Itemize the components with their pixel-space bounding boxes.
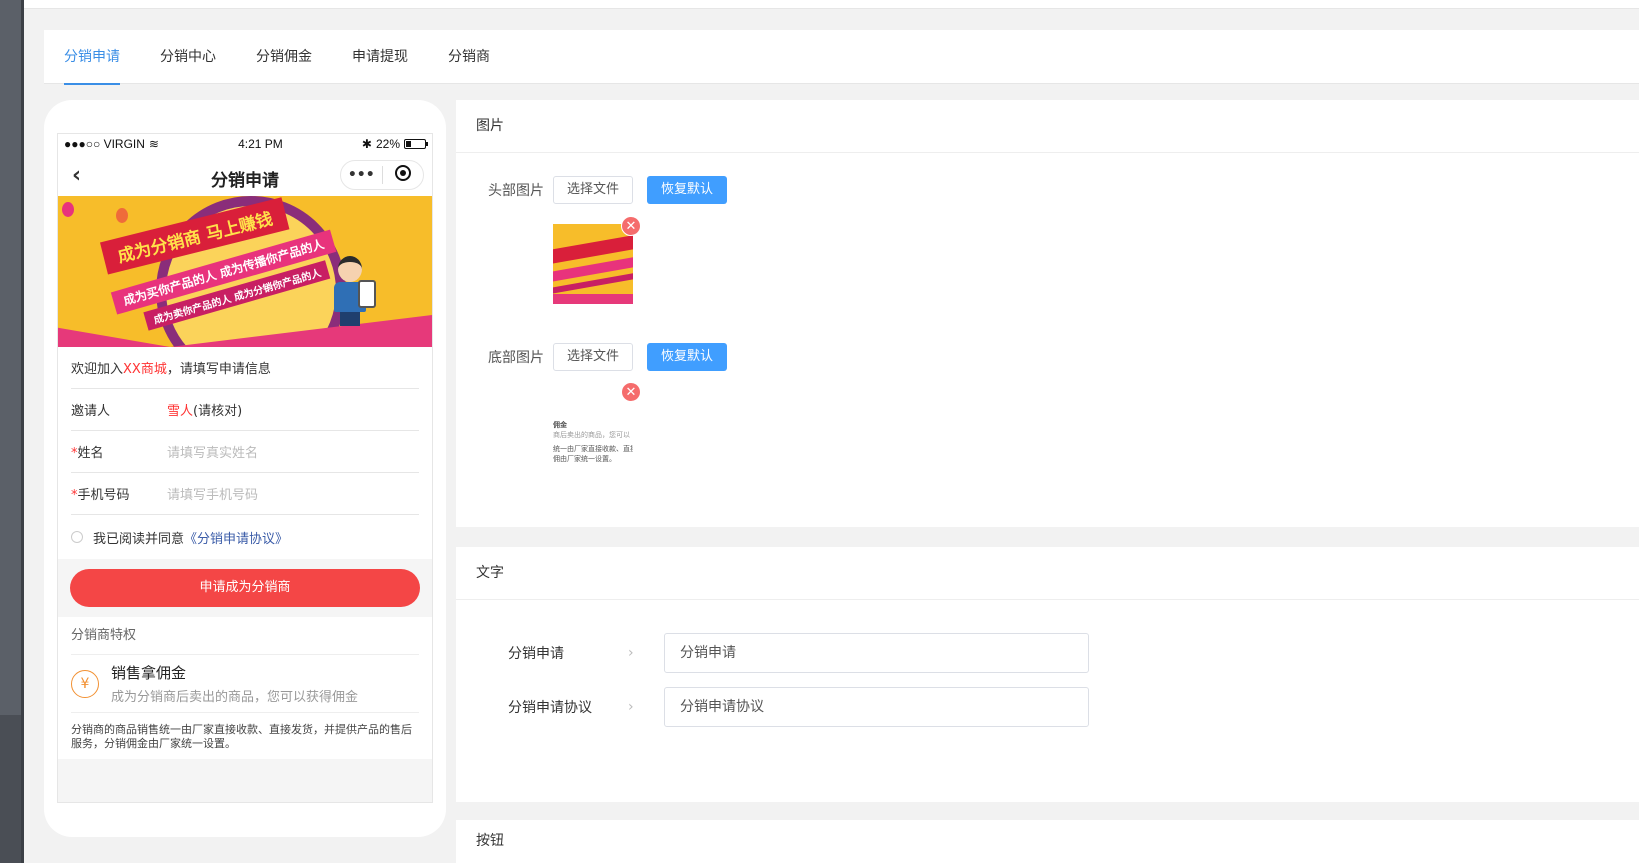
privilege-title: 分销商特权 <box>71 617 419 655</box>
footer-image-row: 底部图片 选择文件 恢复默认 <box>488 343 727 371</box>
privilege-note: 分销商的商品销售统一由厂家直接收款、直接发货，并提供产品的售后服务，分销佣金由厂… <box>71 723 412 750</box>
phone-row: *手机号码 请填写手机号码 <box>71 473 419 515</box>
inviter-row: 邀请人 雪人 (请核对) <box>71 389 419 431</box>
header-image-thumbnail <box>553 224 633 304</box>
scrollbar-track <box>21 0 24 863</box>
remove-header-image-icon[interactable]: ✕ <box>621 216 641 236</box>
phone-input[interactable]: 请填写手机号码 <box>167 484 258 503</box>
reset-footer-image-button[interactable]: 恢复默认 <box>647 343 727 371</box>
image-settings-panel: 图片 头部图片 选择文件 恢复默认 ✕ 底部图片 选择文件 恢复默认 ✕ 佣金 … <box>456 100 1639 527</box>
shop-name: XX商城 <box>123 362 167 377</box>
battery-icon <box>404 139 428 149</box>
tab-distribution-commission[interactable]: 分销佣金 <box>256 30 312 84</box>
phone-nav-bar: ‹ 分销申请 ••• <box>58 154 432 196</box>
choose-footer-file-button[interactable]: 选择文件 <box>553 343 633 371</box>
button-panel-title: 按钮 <box>476 833 504 849</box>
chevron-right-icon: › <box>628 699 634 715</box>
privilege-section: 分销商特权 ¥ 销售拿佣金 成为分销商后卖出的商品，您可以获得佣金 分销商的商品… <box>58 617 432 759</box>
yen-icon: ¥ <box>71 669 99 698</box>
close-target-icon[interactable] <box>383 165 424 185</box>
tab-distribution-apply[interactable]: 分销申请 <box>64 30 120 85</box>
welcome-row: 欢迎加入 XX商城 ，请填写申请信息 <box>71 347 419 389</box>
agreement-link[interactable]: 《分销申请协议》 <box>184 528 288 547</box>
wifi-icon: ≋ <box>148 137 159 151</box>
phone-status-bar: ●●●○○ VIRGIN ≋ 4:21 PM ✱ 22% <box>58 134 432 154</box>
header-banner-image: 成为分销商 马上赚钱 成为买你产品的人 成为传播你产品的人 成为卖你产品的人 成… <box>58 196 432 347</box>
bluetooth-icon: ✱ <box>361 137 372 151</box>
left-scrollbar[interactable] <box>0 0 24 863</box>
miniprogram-capsule: ••• <box>340 160 424 190</box>
chevron-right-icon: › <box>628 645 634 661</box>
privilege-item: ¥ 销售拿佣金 成为分销商后卖出的商品，您可以获得佣金 <box>71 655 419 713</box>
carrier-text: ●●●○○ VIRGIN <box>64 137 145 151</box>
phone-screen: ●●●○○ VIRGIN ≋ 4:21 PM ✱ 22% ‹ 分销申请 ••• 成为… <box>57 133 433 803</box>
name-row: *姓名 请填写真实姓名 <box>71 431 419 473</box>
distribution-tabs: 分销申请 分销中心 分销佣金 申请提现 分销商 <box>44 30 1639 85</box>
text-row-apply: 分销申请 › 分销申请 <box>508 633 1089 673</box>
footer-image-thumbnail: ✕ 佣金 商后卖出的商品，您可以 统一由厂家直接收款、直接发 佣由厂家统一设置。 <box>553 382 641 470</box>
apply-distributor-button[interactable]: 申请成为分销商 <box>70 569 420 607</box>
reset-header-image-button[interactable]: 恢复默认 <box>647 176 727 204</box>
inviter-name: 雪人 <box>167 404 194 419</box>
choose-header-file-button[interactable]: 选择文件 <box>553 176 633 204</box>
agreement-row: 我已阅读并同意 《分销申请协议》 <box>71 515 419 559</box>
header-image-row: 头部图片 选择文件 恢复默认 <box>488 176 727 204</box>
image-panel-title: 图片 <box>456 100 1639 153</box>
agreement-text-input[interactable]: 分销申请协议 <box>664 687 1089 727</box>
balloon-icon <box>62 202 74 217</box>
tab-withdraw-apply[interactable]: 申请提现 <box>352 30 408 84</box>
phone-preview: ●●●○○ VIRGIN ≋ 4:21 PM ✱ 22% ‹ 分销申请 ••• 成为… <box>44 100 446 837</box>
agree-radio[interactable] <box>71 531 83 543</box>
name-input[interactable]: 请填写真实姓名 <box>167 442 258 461</box>
tab-distributors[interactable]: 分销商 <box>448 30 490 84</box>
phone-prop-illustration <box>358 280 376 308</box>
more-dots-icon[interactable]: ••• <box>341 167 382 183</box>
button-settings-panel: 按钮 <box>456 820 1639 863</box>
text-settings-panel: 文字 分销申请 › 分销申请 分销申请协议 › 分销申请协议 <box>456 547 1639 802</box>
text-panel-title: 文字 <box>456 547 1639 600</box>
remove-footer-image-icon[interactable]: ✕ <box>621 382 641 402</box>
apply-text-input[interactable]: 分销申请 <box>664 633 1089 673</box>
apply-form: 欢迎加入 XX商城 ，请填写申请信息 邀请人 雪人 (请核对) *姓名 请填写真实姓名… <box>58 347 432 559</box>
text-row-agreement: 分销申请协议 › 分销申请协议 <box>508 687 1089 727</box>
tab-distribution-center[interactable]: 分销中心 <box>160 30 216 84</box>
status-time: 4:21 PM <box>238 137 283 151</box>
top-header-strip <box>24 0 1639 9</box>
battery-percent: 22% <box>375 137 400 151</box>
balloon-icon <box>116 208 128 223</box>
